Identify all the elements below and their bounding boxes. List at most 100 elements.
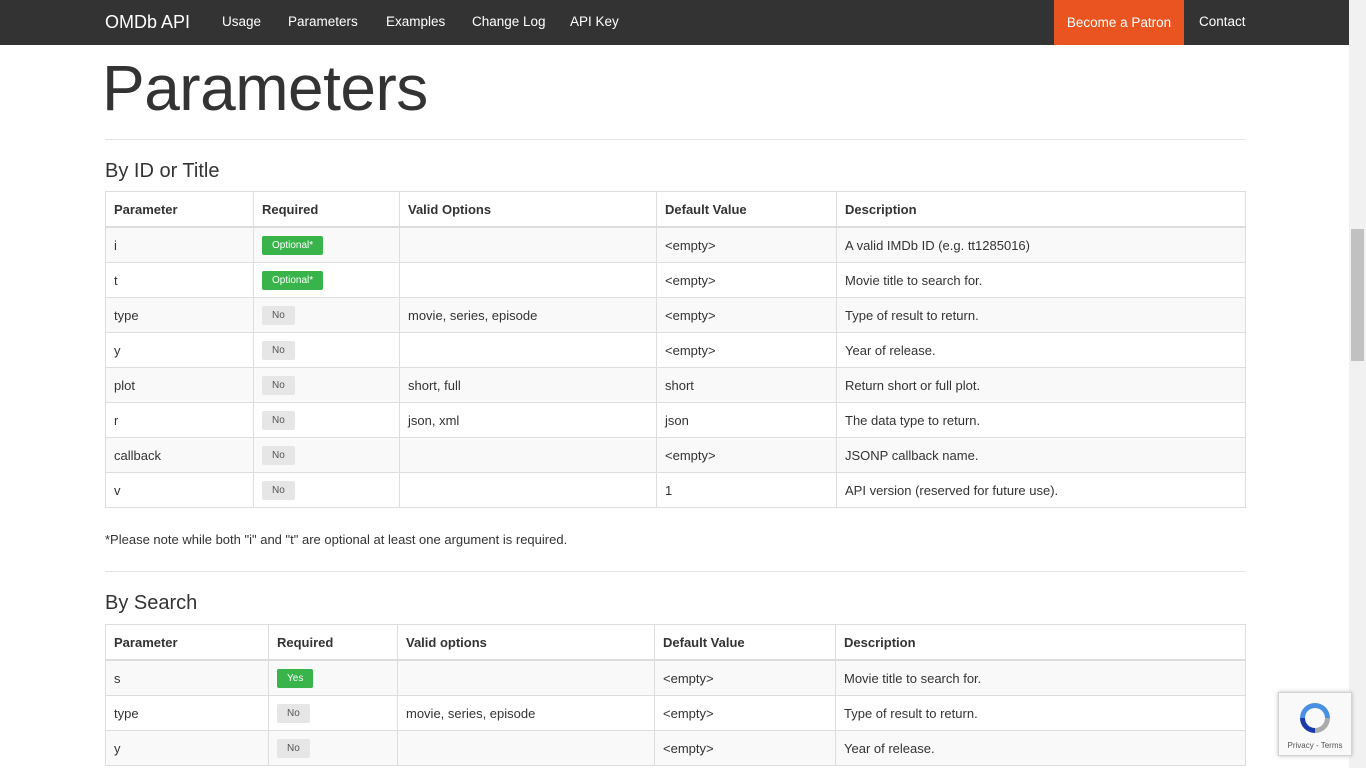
cell-default-value: <empty> bbox=[654, 695, 836, 731]
recaptcha-privacy-terms[interactable]: Privacy - Terms bbox=[1279, 741, 1351, 750]
required-badge: Yes bbox=[277, 668, 314, 688]
cell-valid-options: movie, series, episode bbox=[399, 297, 657, 333]
cell-valid-options bbox=[399, 226, 657, 263]
table-row: callback No <empty> JSONP callback name. bbox=[105, 437, 1246, 473]
required-badge: No bbox=[262, 480, 295, 500]
cell-required: No bbox=[268, 695, 398, 731]
cell-default-value: <empty> bbox=[656, 297, 837, 333]
scrollbar-thumb[interactable] bbox=[1351, 229, 1364, 361]
table-row: i Optional* <empty> A valid IMDb ID (e.g. t… bbox=[105, 226, 1246, 263]
required-badge: Optional* bbox=[262, 235, 324, 255]
nav-link-api-key[interactable]: API Key bbox=[570, 14, 619, 29]
required-badge: No bbox=[277, 738, 310, 758]
brand-link[interactable]: OMDb API bbox=[105, 12, 190, 33]
cell-parameter: s bbox=[105, 659, 269, 696]
table-row: r No json, xml json The data type to return. bbox=[105, 402, 1246, 438]
nav-link-parameters[interactable]: Parameters bbox=[288, 14, 358, 29]
cell-description: Movie title to search for. bbox=[835, 659, 1246, 696]
cell-default-value: <empty> bbox=[656, 437, 837, 473]
header-required: Required bbox=[268, 624, 398, 661]
cell-valid-options: movie, series, episode bbox=[397, 695, 655, 731]
header-description: Description bbox=[836, 191, 1246, 228]
required-badge: Optional* bbox=[262, 270, 324, 290]
cell-parameter: y bbox=[105, 730, 269, 766]
cell-parameter: type bbox=[105, 695, 269, 731]
cell-valid-options bbox=[399, 472, 657, 508]
cell-parameter: v bbox=[105, 472, 254, 508]
cell-parameter: r bbox=[105, 402, 254, 438]
cell-default-value: <empty> bbox=[654, 659, 836, 696]
table-row: v No 1 API version (reserved for future use… bbox=[105, 472, 1246, 508]
cell-required: No bbox=[268, 730, 398, 766]
cell-default-value: short bbox=[656, 367, 837, 403]
cell-parameter: i bbox=[105, 226, 254, 263]
cell-parameter: type bbox=[105, 297, 254, 333]
section-title-by-id: By ID or Title bbox=[105, 160, 220, 182]
nav-link-usage[interactable]: Usage bbox=[222, 14, 261, 29]
cell-required: No bbox=[253, 367, 400, 403]
table-row: y No <empty> Year of release. bbox=[105, 332, 1246, 368]
cell-default-value: 1 bbox=[656, 472, 837, 508]
cell-description: The data type to return. bbox=[836, 402, 1246, 438]
table-header-row: Parameter Required Valid options Default… bbox=[105, 624, 1246, 661]
cell-description: JSONP callback name. bbox=[836, 437, 1246, 473]
header-parameter: Parameter bbox=[105, 191, 254, 228]
by-search-table: Parameter Required Valid options Default… bbox=[105, 624, 1246, 766]
cell-required: No bbox=[253, 472, 400, 508]
required-badge: No bbox=[262, 375, 295, 395]
recaptcha-icon bbox=[1300, 703, 1330, 733]
top-navbar: OMDb API Usage Parameters Examples Chang… bbox=[0, 0, 1349, 45]
cell-default-value: <empty> bbox=[654, 730, 836, 766]
cell-description: Year of release. bbox=[835, 730, 1246, 766]
page-scrollbar[interactable] bbox=[1349, 0, 1366, 768]
cell-valid-options bbox=[399, 437, 657, 473]
table-row: type No movie, series, episode <empty> Type … bbox=[105, 297, 1246, 333]
table-row: y No <empty> Year of release. bbox=[105, 730, 1246, 766]
cell-description: Year of release. bbox=[836, 332, 1246, 368]
cell-default-value: <empty> bbox=[656, 226, 837, 263]
table-header-row: Parameter Required Valid Options Default… bbox=[105, 191, 1246, 228]
header-valid-options: Valid Options bbox=[399, 191, 657, 228]
cell-required: No bbox=[253, 297, 400, 333]
cell-description: Type of result to return. bbox=[836, 297, 1246, 333]
cell-required: Optional* bbox=[253, 262, 400, 298]
cell-description: API version (reserved for future use). bbox=[836, 472, 1246, 508]
cell-valid-options bbox=[399, 332, 657, 368]
cell-description: Type of result to return. bbox=[835, 695, 1246, 731]
cell-required: No bbox=[253, 402, 400, 438]
cell-required: Yes bbox=[268, 659, 398, 696]
cell-required: No bbox=[253, 437, 400, 473]
cell-parameter: t bbox=[105, 262, 254, 298]
cell-parameter: callback bbox=[105, 437, 254, 473]
nav-link-change-log[interactable]: Change Log bbox=[472, 14, 546, 29]
cell-description: Movie title to search for. bbox=[836, 262, 1246, 298]
by-id-table: Parameter Required Valid Options Default… bbox=[105, 191, 1246, 508]
nav-link-contact[interactable]: Contact bbox=[1199, 14, 1246, 29]
cell-valid-options bbox=[397, 659, 655, 696]
table-row: s Yes <empty> Movie title to search for. bbox=[105, 659, 1246, 696]
cell-valid-options: json, xml bbox=[399, 402, 657, 438]
header-description: Description bbox=[835, 624, 1246, 661]
cell-valid-options bbox=[397, 730, 655, 766]
required-badge: No bbox=[262, 340, 295, 360]
cell-parameter: plot bbox=[105, 367, 254, 403]
header-required: Required bbox=[253, 191, 400, 228]
cell-description: Return short or full plot. bbox=[836, 367, 1246, 403]
required-badge: No bbox=[277, 703, 310, 723]
become-patron-button[interactable]: Become a Patron bbox=[1054, 0, 1184, 45]
cell-parameter: y bbox=[105, 332, 254, 368]
cell-default-value: <empty> bbox=[656, 332, 837, 368]
nav-link-examples[interactable]: Examples bbox=[386, 14, 445, 29]
recaptcha-badge[interactable]: Privacy - Terms bbox=[1278, 692, 1352, 756]
table-row: t Optional* <empty> Movie title to search f… bbox=[105, 262, 1246, 298]
optional-note: *Please note while both "i" and "t" are … bbox=[105, 532, 568, 547]
section-divider bbox=[105, 571, 1245, 572]
required-badge: No bbox=[262, 445, 295, 465]
cell-default-value: json bbox=[656, 402, 837, 438]
cell-valid-options bbox=[399, 262, 657, 298]
section-title-by-search: By Search bbox=[105, 592, 198, 614]
required-badge: No bbox=[262, 305, 295, 325]
table-row: type No movie, series, episode <empty> Type … bbox=[105, 695, 1246, 731]
page-title: Parameters bbox=[102, 52, 428, 124]
cell-default-value: <empty> bbox=[656, 262, 837, 298]
